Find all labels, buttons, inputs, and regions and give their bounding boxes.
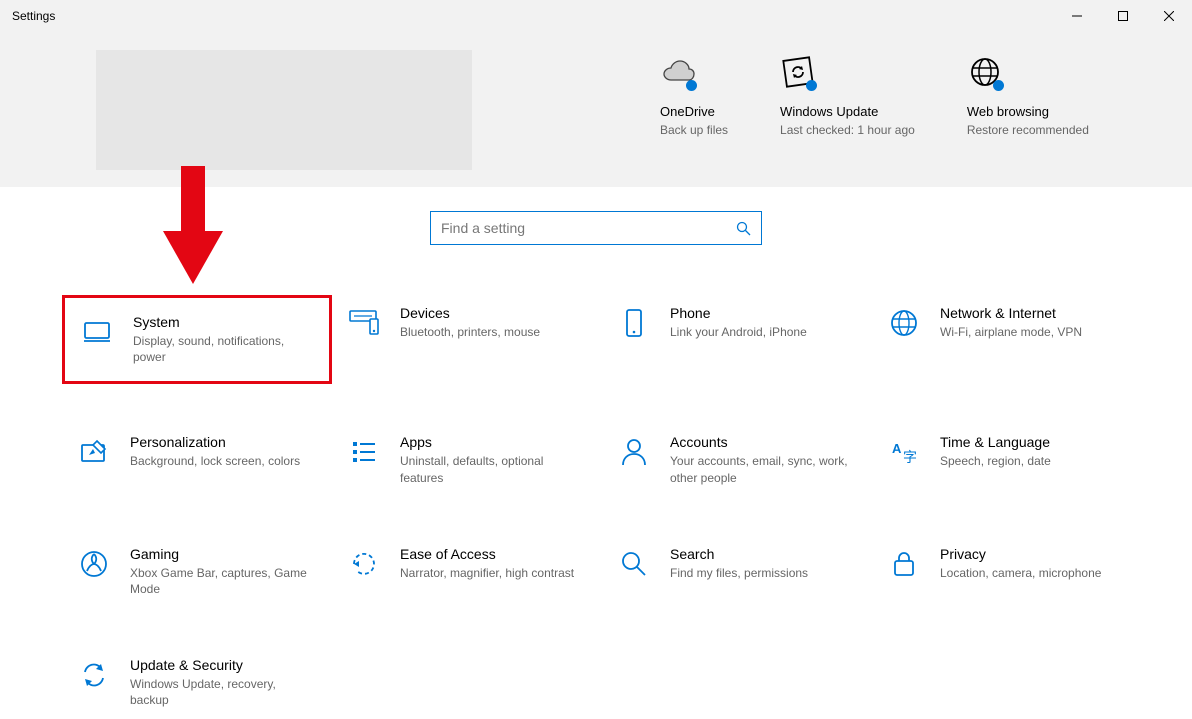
categories-grid: System Display, sound, notifications, po… [62, 295, 1152, 719]
status-card-windows-update[interactable]: Windows Update Last checked: 1 hour ago [780, 54, 915, 139]
windows-update-icon [780, 54, 816, 90]
status-card-onedrive[interactable]: OneDrive Back up files [660, 54, 728, 139]
category-title: Apps [400, 434, 584, 450]
maximize-button[interactable] [1100, 0, 1146, 32]
category-title: Gaming [130, 546, 314, 562]
update-icon [76, 657, 112, 693]
status-sub: Restore recommended [967, 123, 1089, 139]
header-band: OneDrive Back up files Windows Update La… [0, 32, 1192, 187]
category-system[interactable]: System Display, sound, notifications, po… [62, 295, 332, 384]
category-gaming[interactable]: Gaming Xbox Game Bar, captures, Game Mod… [62, 536, 332, 607]
svg-text:A: A [892, 441, 902, 456]
window-title: Settings [12, 9, 55, 23]
devices-icon [346, 305, 382, 341]
status-dot-icon [806, 80, 817, 91]
search-input[interactable] [441, 220, 736, 236]
search-wrap [0, 211, 1192, 245]
category-sub: Find my files, permissions [670, 565, 854, 581]
status-title: Web browsing [967, 104, 1049, 119]
category-network[interactable]: Network & Internet Wi-Fi, airplane mode,… [872, 295, 1142, 351]
close-button[interactable] [1146, 0, 1192, 32]
category-ease-of-access[interactable]: Ease of Access Narrator, magnifier, high… [332, 536, 602, 592]
ease-of-access-icon [346, 546, 382, 582]
personalization-icon [76, 434, 112, 470]
accounts-icon [616, 434, 652, 470]
category-sub: Uninstall, defaults, optional features [400, 453, 584, 485]
search-box[interactable] [430, 211, 762, 245]
privacy-icon [886, 546, 922, 582]
category-title: Network & Internet [940, 305, 1124, 321]
window-controls [1054, 0, 1192, 32]
category-title: System [133, 314, 311, 330]
category-sub: Windows Update, recovery, backup [130, 676, 314, 708]
status-title: Windows Update [780, 104, 878, 119]
category-devices[interactable]: Devices Bluetooth, printers, mouse [332, 295, 602, 351]
category-sub: Location, camera, microphone [940, 565, 1124, 581]
category-privacy[interactable]: Privacy Location, camera, microphone [872, 536, 1142, 592]
category-personalization[interactable]: Personalization Background, lock screen,… [62, 424, 332, 480]
status-sub: Last checked: 1 hour ago [780, 123, 915, 139]
category-title: Personalization [130, 434, 314, 450]
category-sub: Xbox Game Bar, captures, Game Mode [130, 565, 314, 597]
status-dot-icon [993, 80, 1004, 91]
category-search[interactable]: Search Find my files, permissions [602, 536, 872, 592]
category-title: Search [670, 546, 854, 562]
category-title: Ease of Access [400, 546, 584, 562]
status-cards: OneDrive Back up files Windows Update La… [660, 54, 1089, 139]
category-title: Update & Security [130, 657, 314, 673]
category-accounts[interactable]: Accounts Your accounts, email, sync, wor… [602, 424, 872, 495]
category-sub: Background, lock screen, colors [130, 453, 314, 469]
minimize-button[interactable] [1054, 0, 1100, 32]
gaming-icon [76, 546, 112, 582]
status-sub: Back up files [660, 123, 728, 139]
phone-icon [616, 305, 652, 341]
category-sub: Speech, region, date [940, 453, 1124, 469]
titlebar: Settings [0, 0, 1192, 32]
status-dot-icon [686, 80, 697, 91]
category-title: Phone [670, 305, 854, 321]
search-icon [736, 221, 751, 236]
globe-icon [886, 305, 922, 341]
category-phone[interactable]: Phone Link your Android, iPhone [602, 295, 872, 351]
search-category-icon [616, 546, 652, 582]
category-apps[interactable]: Apps Uninstall, defaults, optional featu… [332, 424, 602, 495]
user-info-placeholder [96, 50, 472, 170]
status-title: OneDrive [660, 104, 715, 119]
category-title: Accounts [670, 434, 854, 450]
apps-icon [346, 434, 382, 470]
globe-icon [967, 54, 1003, 90]
system-icon [79, 314, 115, 350]
category-sub: Link your Android, iPhone [670, 324, 854, 340]
category-title: Privacy [940, 546, 1124, 562]
category-update-security[interactable]: Update & Security Windows Update, recove… [62, 647, 332, 718]
category-time-language[interactable]: A字 Time & Language Speech, region, date [872, 424, 1142, 480]
category-title: Time & Language [940, 434, 1124, 450]
svg-text:字: 字 [903, 449, 917, 465]
status-card-web-browsing[interactable]: Web browsing Restore recommended [967, 54, 1089, 139]
category-title: Devices [400, 305, 584, 321]
time-language-icon: A字 [886, 434, 922, 470]
category-sub: Narrator, magnifier, high contrast [400, 565, 584, 581]
category-sub: Wi-Fi, airplane mode, VPN [940, 324, 1124, 340]
category-sub: Bluetooth, printers, mouse [400, 324, 584, 340]
onedrive-icon [660, 54, 696, 90]
category-sub: Your accounts, email, sync, work, other … [670, 453, 854, 485]
category-sub: Display, sound, notifications, power [133, 333, 311, 365]
